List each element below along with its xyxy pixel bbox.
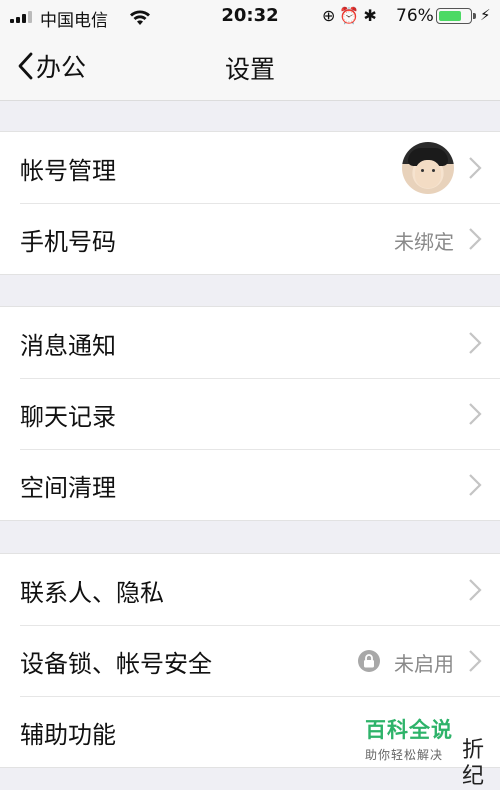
watermark-slogan: 助你轻松解决: [365, 748, 444, 762]
row-value: 未绑定: [394, 230, 454, 254]
alarm-icon: ⏰: [339, 6, 364, 25]
row-value: 未启用: [394, 652, 454, 676]
row-label: 联系人、隐私: [20, 579, 164, 607]
phone-number-row[interactable]: 手机号码 未绑定: [0, 203, 500, 274]
row-label: 手机号码: [20, 228, 116, 256]
row-label: 辅助功能: [20, 721, 116, 749]
row-label: 消息通知: [20, 332, 116, 360]
watermark: 百科全说 助你轻松解决: [365, 714, 453, 763]
settings-group-account: 帐号管理 手机号码 未绑定: [0, 131, 500, 275]
charging-icon: ⚡: [480, 6, 491, 24]
chevron-right-icon: [469, 474, 482, 496]
bluetooth-icon: ✱: [363, 6, 381, 25]
row-label: 设备锁、帐号安全: [20, 650, 212, 678]
row-label: 空间清理: [20, 474, 116, 502]
chat-history-row[interactable]: 聊天记录: [0, 378, 500, 449]
storage-cleanup-row[interactable]: 空间清理: [0, 449, 500, 520]
battery-icon: [436, 8, 476, 24]
avatar: [402, 142, 454, 194]
lock-icon: [358, 650, 380, 672]
chevron-right-icon: [469, 650, 482, 672]
row-label: 帐号管理: [20, 157, 116, 185]
message-notification-row[interactable]: 消息通知: [0, 307, 500, 378]
chevron-right-icon: [469, 332, 482, 354]
device-lock-security-row[interactable]: 设备锁、帐号安全 未启用: [0, 625, 500, 696]
row-label: 聊天记录: [20, 403, 116, 431]
chevron-right-icon: [469, 228, 482, 250]
chevron-right-icon: [469, 579, 482, 601]
corner-text: 折 纪: [462, 738, 485, 789]
account-management-row[interactable]: 帐号管理: [0, 132, 500, 203]
chevron-right-icon: [469, 157, 482, 179]
status-icons: ⊕⏰✱: [322, 6, 381, 25]
settings-group-data: 消息通知 聊天记录 空间清理: [0, 306, 500, 521]
orientation-lock-icon: ⊕: [322, 6, 340, 25]
contacts-privacy-row[interactable]: 联系人、隐私: [0, 554, 500, 625]
page-title: 设置: [224, 55, 275, 84]
watermark-brand: 百科全说: [365, 718, 453, 742]
navigation-bar: 办公 设置: [0, 34, 500, 101]
status-bar: 中国电信 20:32 ⊕⏰✱ 76% ⚡: [0, 0, 500, 34]
battery-percent: 76%: [396, 6, 434, 26]
chevron-right-icon: [469, 403, 482, 425]
